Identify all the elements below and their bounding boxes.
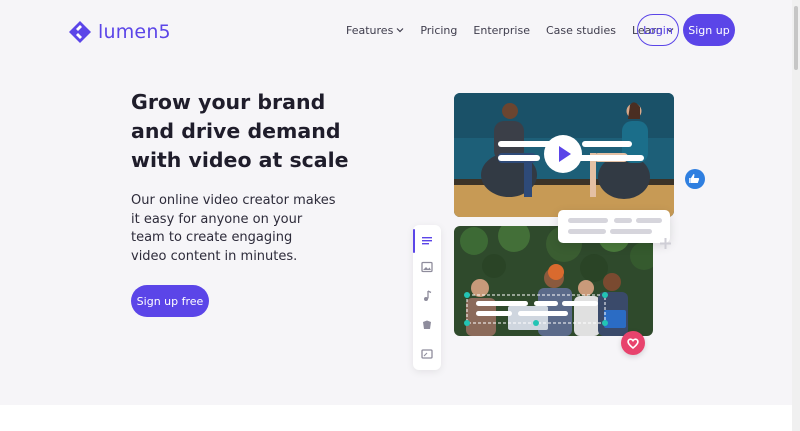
auth-buttons: Login Sign up: [0, 14, 800, 46]
text-icon[interactable]: [420, 234, 434, 248]
login-button[interactable]: Login: [637, 14, 679, 46]
signup-button[interactable]: Sign up: [683, 14, 735, 46]
hero-headline: Grow your brand and drive demand with vi…: [131, 88, 391, 175]
site-header: lumen5 Features Pricing Enterprise Case …: [0, 0, 800, 62]
subtext-line: Our online video creator makes: [131, 193, 336, 208]
caption-lines: [568, 218, 662, 234]
next-section: [0, 405, 800, 431]
music-icon[interactable]: [420, 289, 434, 303]
text-selection-frame[interactable]: [464, 292, 608, 326]
thumbs-up-glyph: [689, 174, 700, 183]
subtext-line: it easy for anyone on your: [131, 211, 303, 227]
signup-free-button[interactable]: Sign up free: [131, 285, 209, 317]
brand-icon[interactable]: [420, 318, 434, 332]
subtext-line: team to create engaging: [131, 230, 293, 245]
image-icon[interactable]: [420, 260, 434, 274]
active-tool-indicator: [413, 229, 415, 253]
headline-line: Grow your brand: [131, 90, 326, 114]
resize-icon[interactable]: [420, 347, 434, 361]
caption-card: [558, 210, 670, 243]
thumbs-up-icon: [685, 169, 705, 189]
heart-glyph: [627, 338, 639, 350]
hero-subtext: Our online video creator makes it easy f…: [131, 192, 341, 266]
heart-icon: [621, 331, 645, 355]
plus-icon[interactable]: [659, 237, 672, 250]
editor-side-toolbar: [413, 225, 441, 370]
headline-line: with video at scale: [131, 148, 349, 172]
play-icon[interactable]: [544, 135, 582, 173]
headline-line: and drive demand: [131, 119, 341, 143]
scrollbar-thumb[interactable]: [794, 6, 798, 70]
subtext-line: video content in minutes.: [131, 248, 298, 264]
video-preview-card[interactable]: [454, 93, 674, 217]
